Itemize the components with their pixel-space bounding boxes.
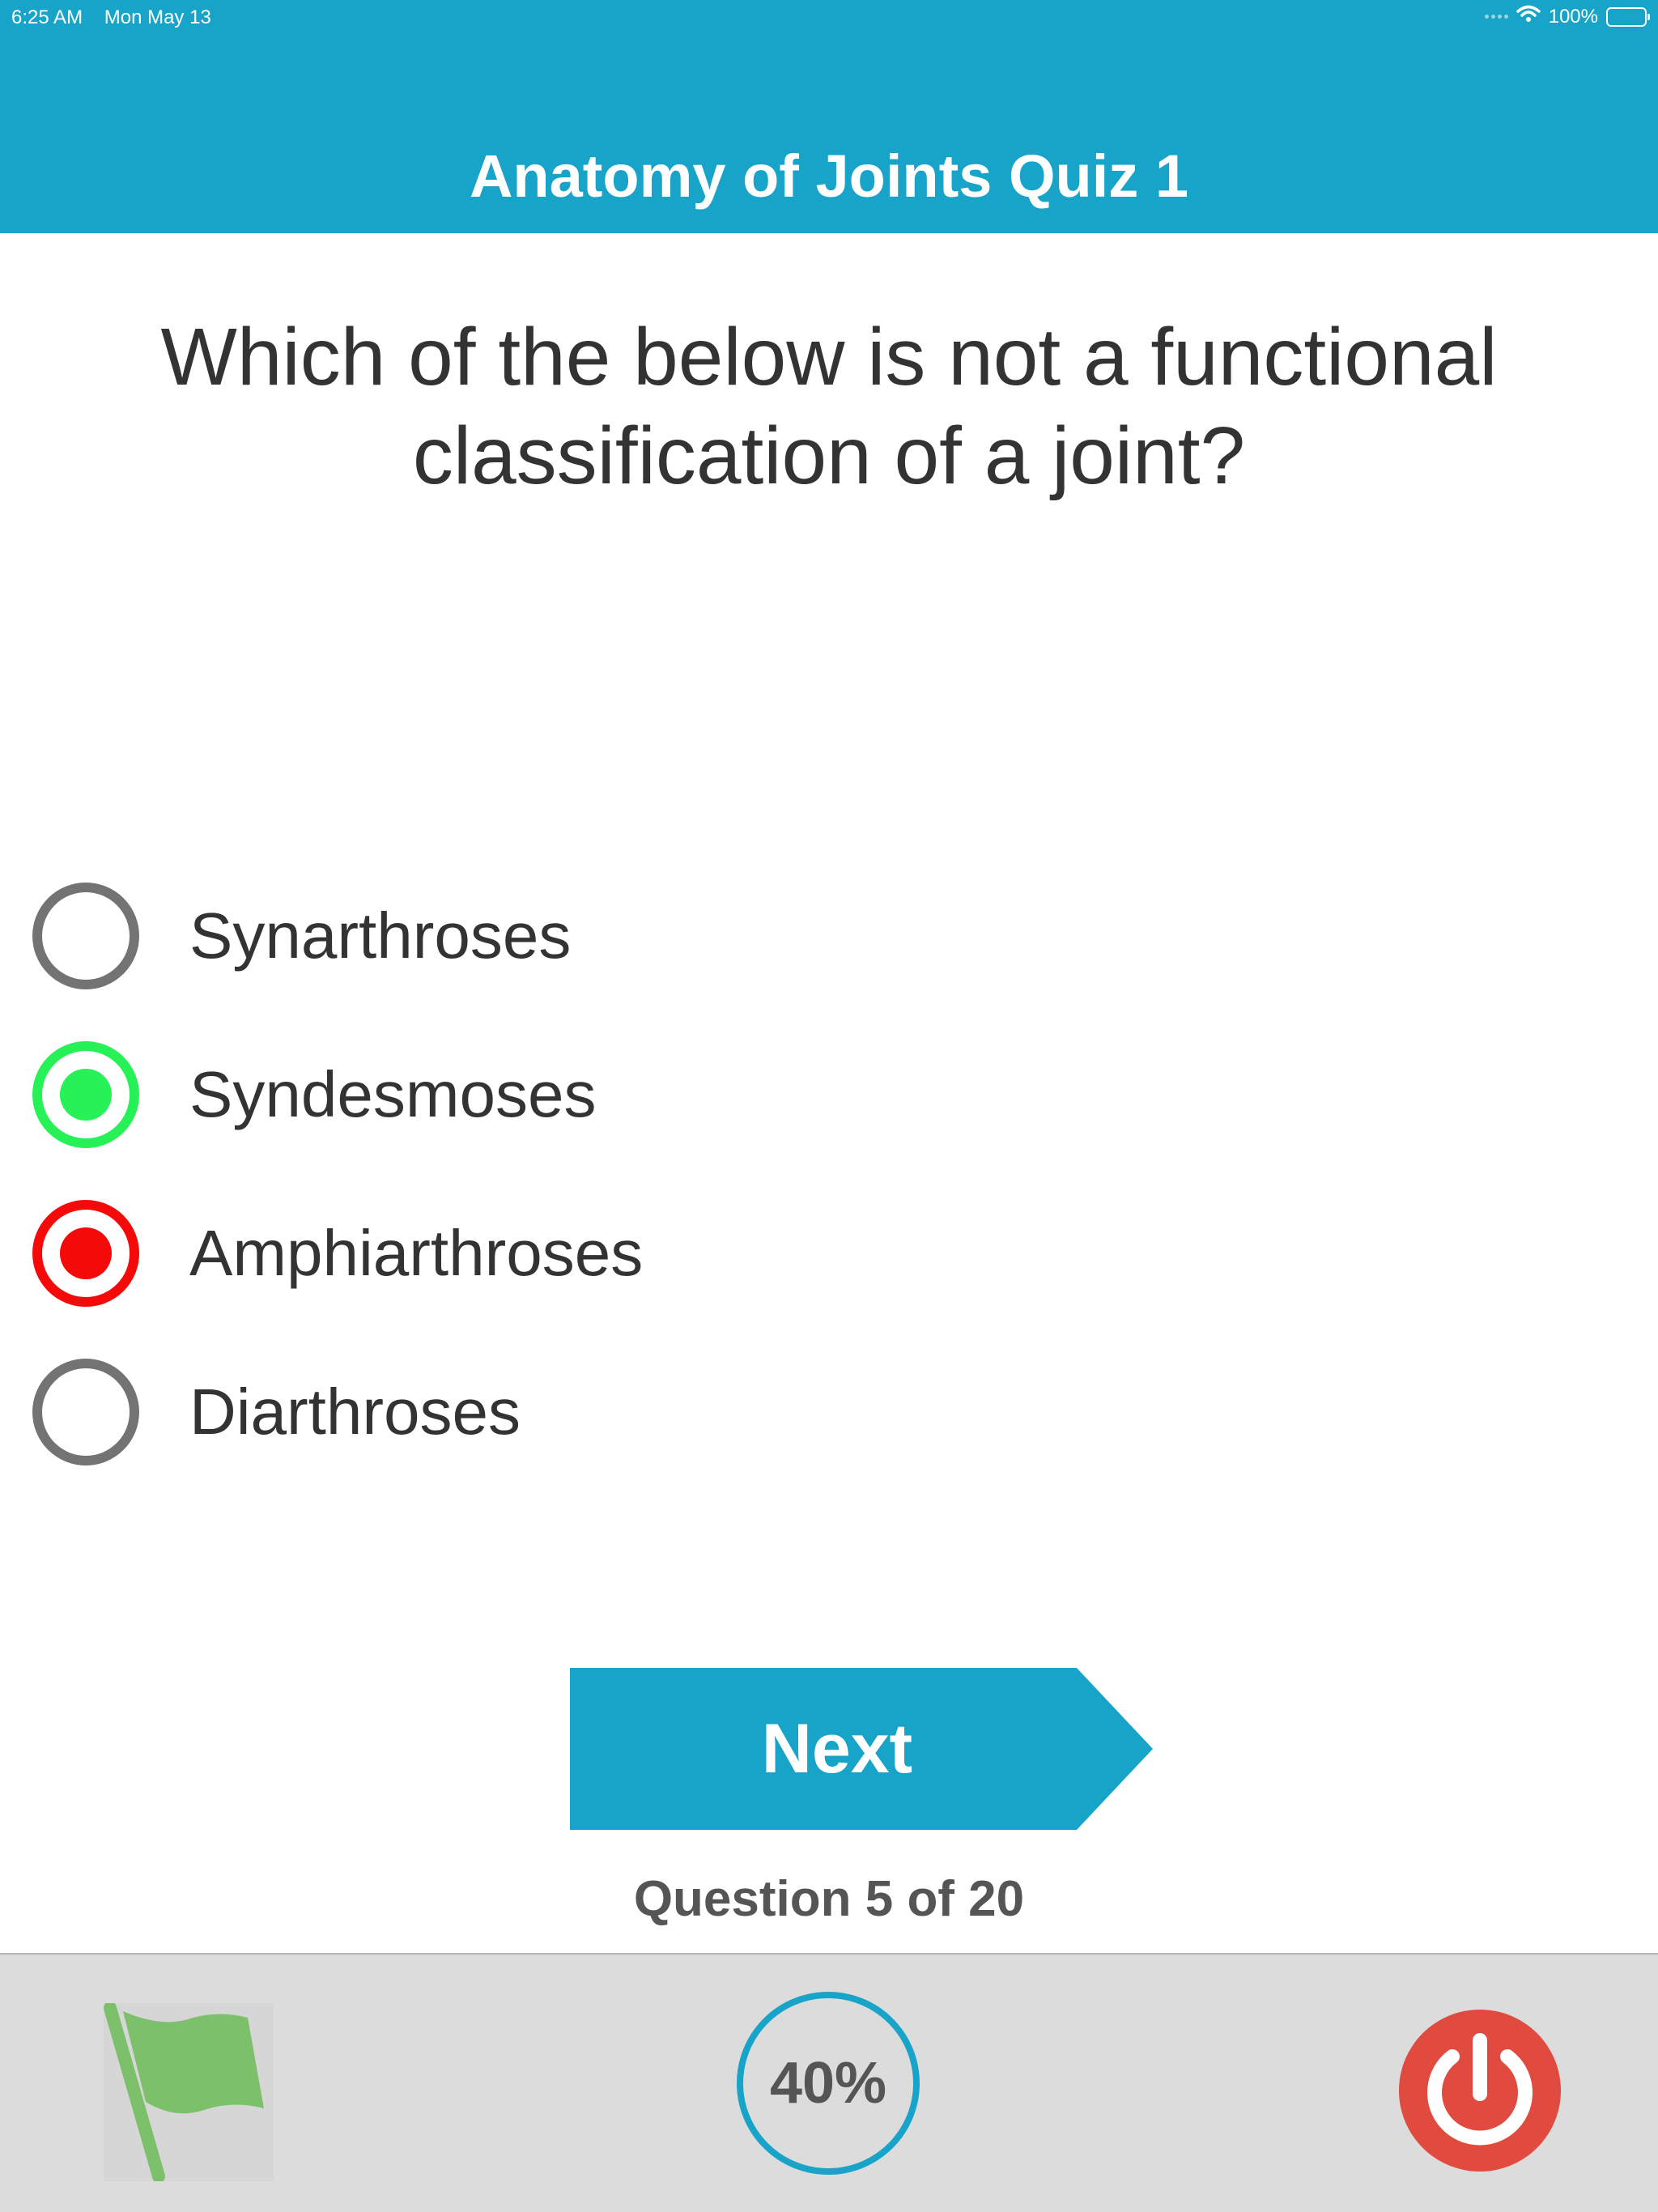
question-progress: Question 5 of 20 — [633, 1871, 1025, 1927]
status-date: Mon May 13 — [104, 6, 211, 28]
bottom-toolbar: 40% — [0, 1953, 1658, 2212]
option-label: Amphiarthroses — [189, 1217, 644, 1289]
next-button[interactable]: Next — [570, 1668, 1153, 1830]
wifi-icon — [1516, 5, 1541, 28]
status-bar-right: 100% — [1484, 5, 1650, 28]
option-diarthroses[interactable]: Diarthroses — [32, 1359, 521, 1465]
page-title: Anatomy of Joints Quiz 1 — [469, 143, 1189, 210]
question-text: Which of the below is not a functional c… — [160, 312, 1498, 501]
option-label: Diarthroses — [189, 1376, 521, 1448]
next-button-label: Next — [761, 1710, 913, 1788]
option-amphiarthroses[interactable]: Amphiarthroses — [32, 1200, 643, 1307]
option-syndesmoses[interactable]: Syndesmoses — [32, 1041, 596, 1148]
radio-correct-icon[interactable] — [32, 1041, 139, 1148]
radio-incorrect-icon[interactable] — [32, 1200, 139, 1307]
battery-icon — [1606, 6, 1650, 27]
option-synarthroses[interactable]: Synarthroses — [32, 883, 571, 989]
radio-unselected-icon[interactable] — [32, 883, 139, 989]
header-bar: 6:25 AM Mon May 13 100% Anatomy of Joint… — [0, 0, 1658, 233]
power-icon[interactable] — [1399, 2010, 1561, 2172]
cellular-signal-icon — [1484, 15, 1508, 19]
status-bar-left: 6:25 AM Mon May 13 — [11, 6, 227, 29]
option-label: Synarthroses — [189, 900, 572, 972]
radio-unselected-icon[interactable] — [32, 1359, 139, 1465]
battery-percent: 100% — [1548, 5, 1598, 28]
status-time: 6:25 AM — [11, 6, 83, 28]
option-label: Syndesmoses — [189, 1058, 597, 1130]
progress-percent: 40% — [737, 1992, 920, 2175]
flag-icon[interactable] — [104, 2001, 274, 2185]
